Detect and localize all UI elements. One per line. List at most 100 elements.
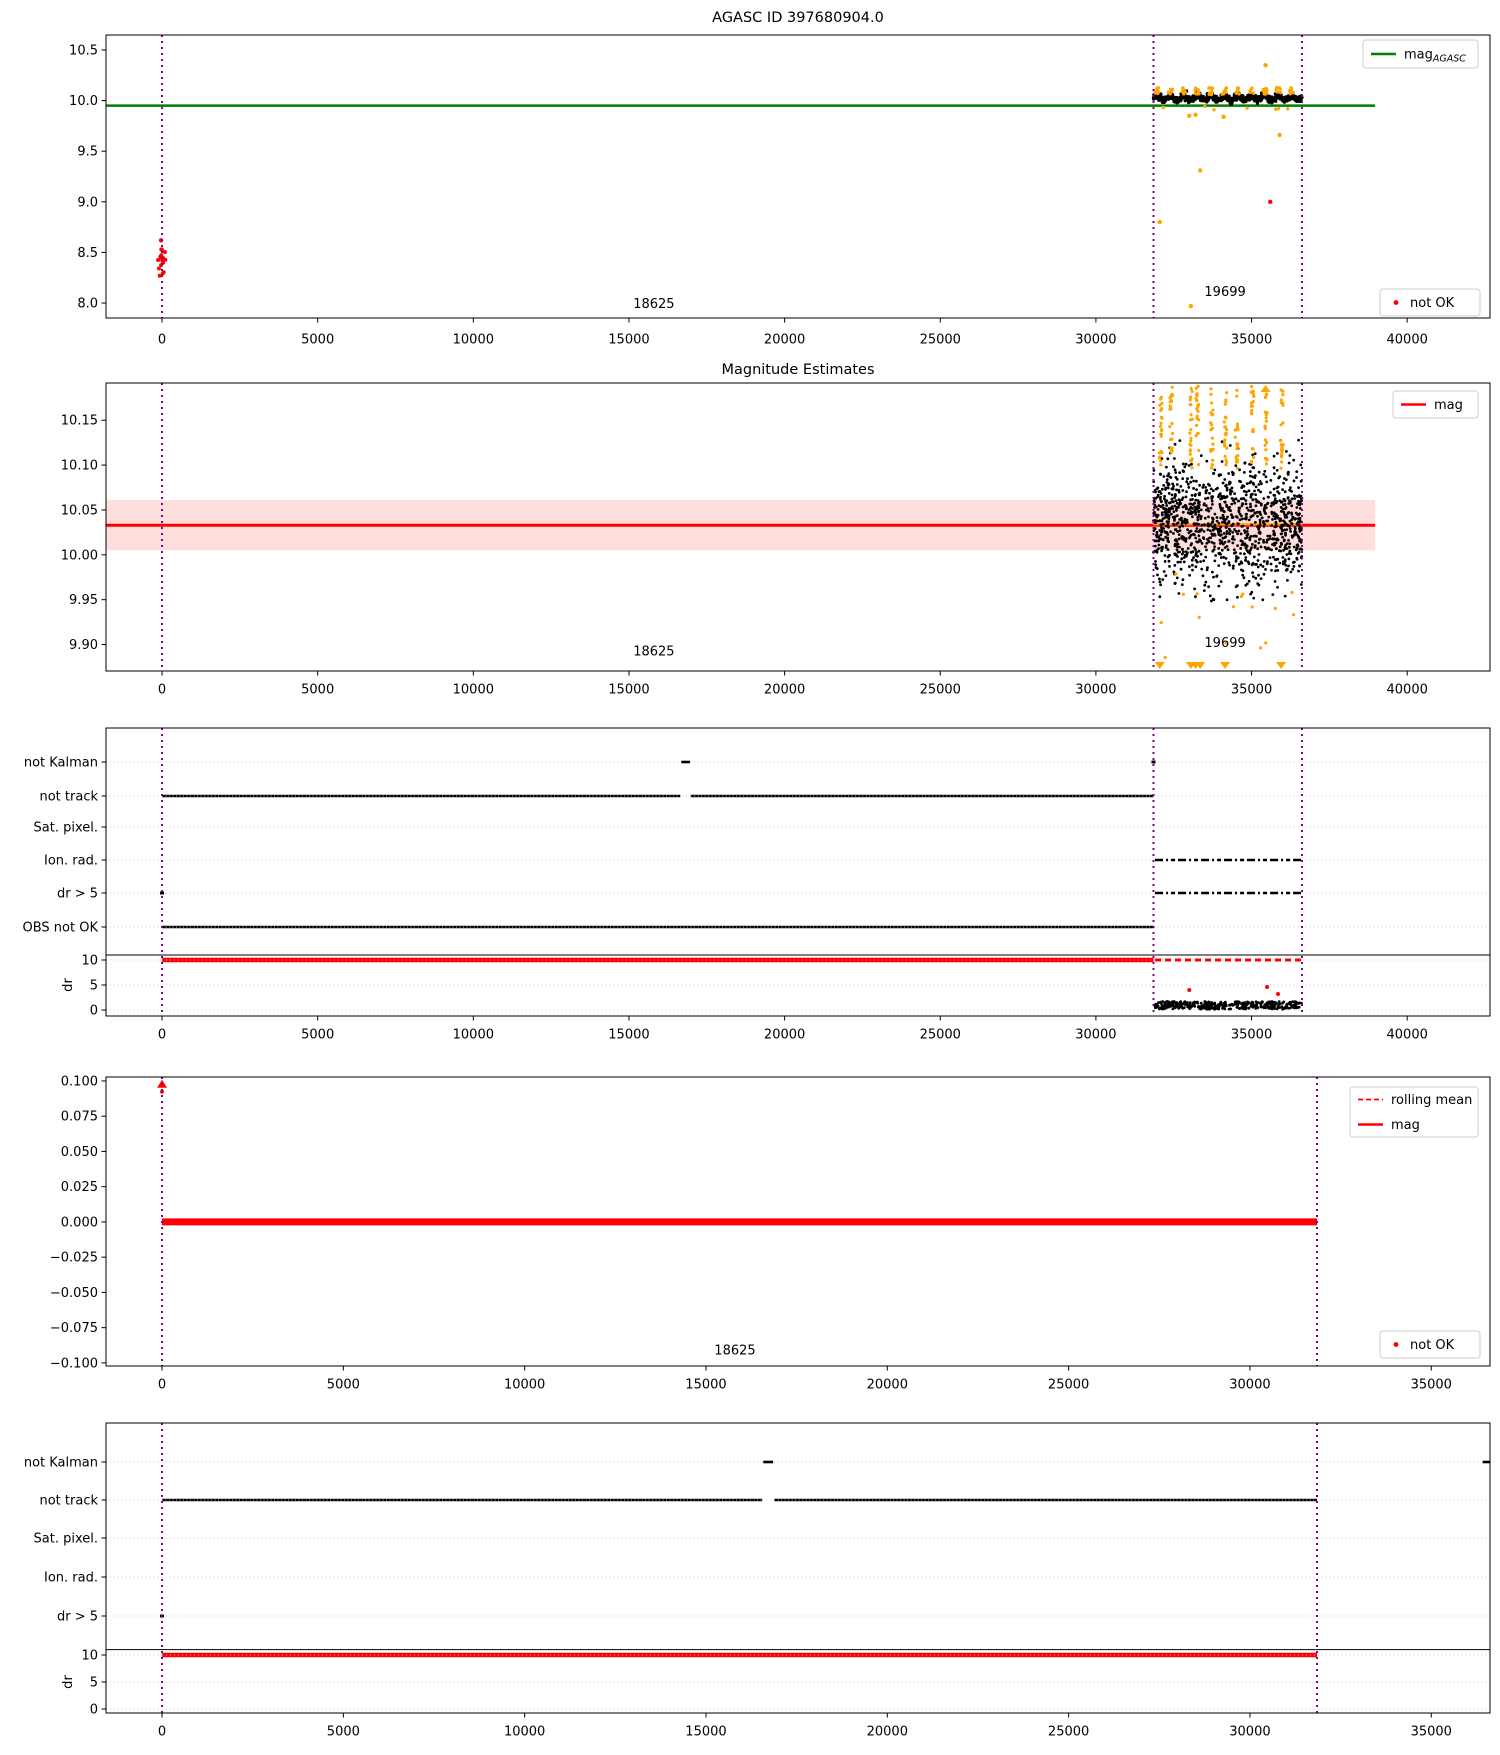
data-point [1156, 495, 1160, 499]
data-point [1278, 561, 1282, 565]
data-point [1229, 1007, 1233, 1011]
legend-bottom: not OK [1379, 288, 1481, 317]
x-tick-label: 30000 [1075, 683, 1116, 698]
data-point [1234, 91, 1238, 95]
data-point [1195, 432, 1200, 436]
data-point [1265, 540, 1269, 544]
legend-dot-marker [1393, 1342, 1399, 1347]
data-point [1165, 465, 1168, 469]
data-point [1191, 568, 1194, 572]
data-point [1199, 1001, 1203, 1005]
data-point [1188, 1001, 1192, 1005]
data-point [1247, 489, 1251, 493]
data-point [1187, 511, 1191, 515]
data-point [1282, 519, 1285, 523]
y-tick-label: 10.0 [69, 94, 98, 109]
data-point [1213, 559, 1217, 563]
data-point [1267, 98, 1272, 102]
dr-scatter [1153, 1000, 1303, 1011]
data-point [1217, 531, 1220, 534]
data-point [1202, 559, 1206, 563]
data-point [1279, 398, 1283, 402]
data-point [1223, 520, 1226, 524]
data-point [1193, 501, 1196, 505]
data-point [1295, 99, 1300, 104]
data-point [1286, 512, 1290, 515]
data-point [1279, 549, 1283, 553]
data-point [1295, 495, 1299, 498]
data-point [1186, 521, 1189, 524]
data-point [1264, 475, 1268, 479]
data-point [1193, 91, 1198, 96]
data-point [1179, 95, 1183, 100]
data-point [1155, 89, 1159, 93]
data-point [1179, 567, 1183, 571]
data-point [1174, 499, 1178, 502]
data-point [1164, 531, 1167, 534]
data-point [1283, 594, 1287, 598]
x-tick-label: 15000 [608, 683, 649, 698]
data-point [1193, 1000, 1196, 1004]
x-tick-label: 40000 [1387, 1028, 1428, 1043]
data-point [1238, 512, 1242, 516]
data-point [1188, 431, 1192, 435]
data-point [1180, 557, 1184, 561]
data-point [1286, 107, 1290, 111]
data-point [1213, 526, 1217, 529]
data-point [1202, 104, 1207, 109]
data-point [1224, 517, 1228, 521]
data-point [1170, 95, 1175, 100]
data-point [1212, 575, 1215, 579]
data-point [1281, 556, 1285, 559]
data-point [1188, 395, 1193, 399]
x-tick-label: 30000 [1229, 1725, 1270, 1740]
data-point [1195, 423, 1199, 427]
data-point [1174, 471, 1178, 474]
data-point [1181, 510, 1185, 514]
y-tick-label: 0.075 [61, 1110, 98, 1125]
data-point [1198, 529, 1202, 533]
data-point [1286, 94, 1290, 99]
data-point [1202, 536, 1205, 540]
y-tick-label: 0.050 [61, 1145, 98, 1160]
data-point [1278, 499, 1282, 502]
y-tick-label: 8.0 [77, 297, 98, 312]
data-point [1188, 565, 1191, 568]
data-point [1175, 483, 1179, 486]
data-point [1242, 489, 1246, 493]
data-point [1193, 505, 1197, 509]
data-point [1282, 481, 1285, 485]
data-point [1221, 97, 1225, 102]
data-point [1222, 532, 1226, 535]
data-point [1159, 495, 1162, 499]
plot-title: Magnitude Estimates [721, 362, 874, 378]
data-point [1212, 108, 1216, 112]
data-point [1225, 488, 1229, 492]
data-point [1261, 1005, 1265, 1009]
data-point [1194, 536, 1198, 540]
data-point [1169, 399, 1174, 403]
data-point [1169, 447, 1173, 451]
data-point [1183, 520, 1186, 524]
data-point [1175, 522, 1179, 526]
legend-top: rolling mean mag [1349, 1086, 1479, 1138]
data-point [1209, 506, 1213, 510]
dr-tick-label: 0 [90, 1703, 98, 1718]
data-point [1263, 522, 1266, 526]
data-point [1274, 558, 1278, 561]
data-point [1217, 547, 1221, 550]
data-point [1273, 472, 1276, 476]
data-point [1275, 1001, 1278, 1005]
data-point [1222, 420, 1226, 424]
data-point [1245, 544, 1249, 548]
data-point [1233, 528, 1236, 531]
data-point [1209, 1002, 1213, 1006]
data-point [1210, 466, 1214, 470]
data-point [1202, 503, 1206, 507]
data-point [1292, 561, 1295, 564]
data-point [1160, 1002, 1163, 1006]
y-tick-label: 10.15 [61, 414, 98, 429]
data-point [1272, 493, 1276, 497]
data-point [1291, 1000, 1295, 1004]
data-point [1163, 497, 1166, 501]
